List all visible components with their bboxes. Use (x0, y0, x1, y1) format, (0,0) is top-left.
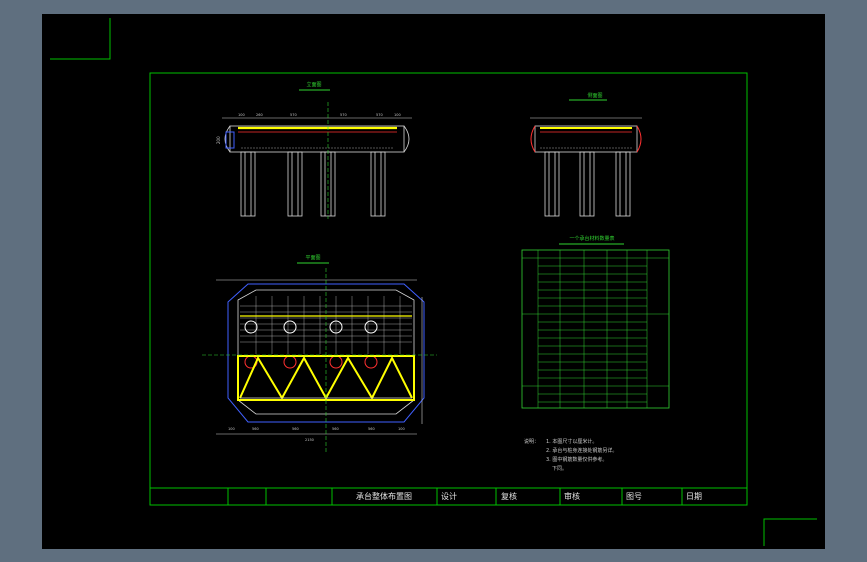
date-label: 日期 (686, 492, 702, 501)
svg-text:560: 560 (292, 427, 299, 431)
svg-text:100: 100 (228, 427, 235, 431)
side-view-title: 侧面图 (587, 92, 602, 99)
plan-view-title: 平面图 (305, 255, 320, 261)
material-quantity-table: 一个承台材料数量表 (521, 235, 670, 409)
svg-text:560: 560 (252, 427, 259, 431)
svg-text:100: 100 (394, 113, 401, 117)
svg-text:560: 560 (332, 427, 339, 431)
note-2: 2. 承台与桩身连接处钢筋另详。 (546, 447, 617, 454)
notes-header: 说明： (524, 438, 539, 445)
svg-text:570: 570 (290, 113, 297, 117)
svg-text:100: 100 (398, 427, 405, 431)
svg-text:570: 570 (376, 113, 383, 117)
svg-text:100: 100 (238, 113, 245, 117)
note-1: 1. 本图尺寸以厘米计。 (546, 438, 597, 445)
side-elevation-view: 侧面图 (530, 92, 642, 217)
plan-view: 平面图 100 560 560 560 560 100 2150 (202, 255, 437, 454)
title-block: 承台整体布置图 设计 复核 审核 图号 日期 (149, 487, 748, 506)
notes-block: 说明： 1. 本图尺寸以厘米计。 2. 承台与桩身连接处钢筋另详。 3. 图中钢… (524, 438, 617, 472)
svg-text:200: 200 (216, 136, 221, 144)
check-label: 复核 (501, 491, 517, 501)
cad-drawing: 立面图 200 100 260 570 570 570 100 侧面图 平面图 … (50, 18, 817, 546)
front-view-title: 立面图 (306, 81, 321, 88)
cad-drawing-canvas[interactable]: 立面图 200 100 260 570 570 570 100 侧面图 平面图 … (42, 14, 825, 549)
svg-text:260: 260 (256, 113, 263, 117)
front-elevation-view: 立面图 200 100 260 570 570 570 100 (216, 81, 412, 219)
drawing-frame (149, 72, 748, 506)
svg-text:570: 570 (340, 113, 347, 117)
design-label: 设计 (441, 491, 457, 501)
drawing-number-label: 图号 (626, 492, 642, 501)
svg-text:560: 560 (368, 427, 375, 431)
note-3: 3. 图中钢筋数量仅供参考。 (546, 456, 607, 463)
table-title: 一个承台材料数量表 (569, 235, 614, 242)
svg-text:2150: 2150 (305, 438, 314, 442)
note-4: 下同。 (552, 466, 567, 472)
corner-mark-top-left (50, 18, 111, 60)
drawing-name: 承台整体布置图 (356, 491, 412, 501)
corner-mark-bottom-right (763, 518, 817, 546)
review-label: 审核 (564, 491, 580, 501)
